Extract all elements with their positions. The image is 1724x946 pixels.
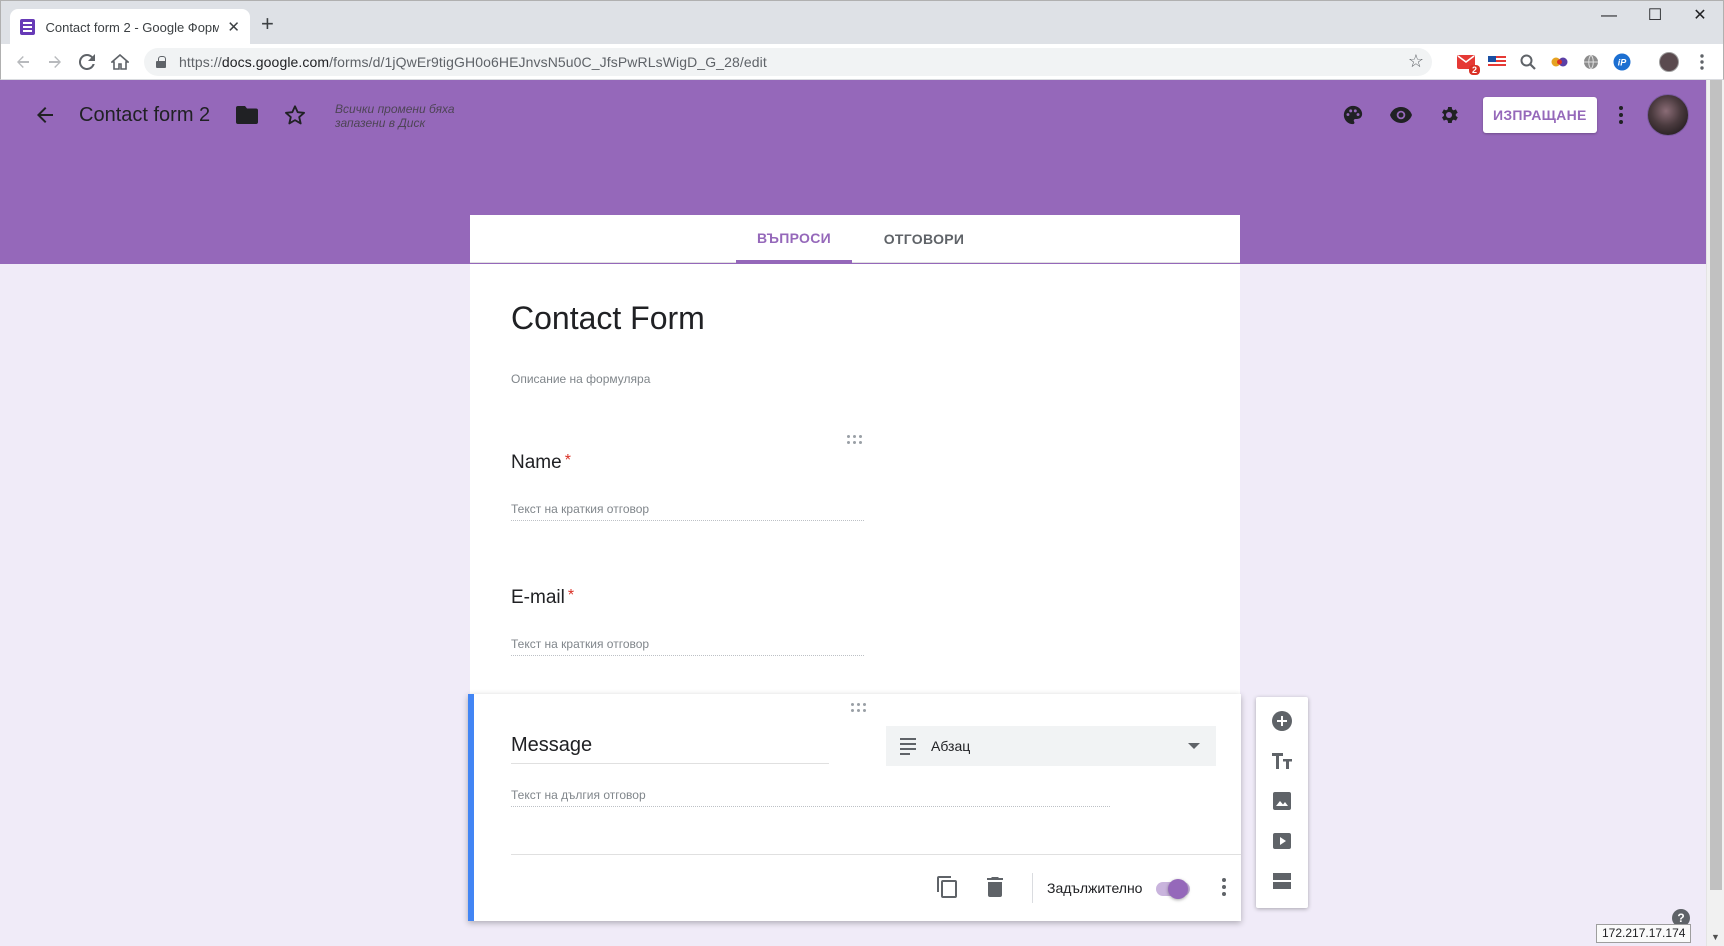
new-tab-button[interactable]: + xyxy=(261,13,274,35)
active-question-card[interactable]: Message Абзац Текст на дългия отговор За… xyxy=(468,694,1241,921)
question-more-icon[interactable] xyxy=(1212,875,1236,899)
add-video-icon[interactable] xyxy=(1270,829,1294,853)
page-scrollbar[interactable]: ▼ xyxy=(1706,80,1724,946)
home-icon[interactable] xyxy=(107,49,133,75)
add-question-icon[interactable] xyxy=(1270,709,1294,733)
required-asterisk: * xyxy=(567,587,575,604)
footer-separator xyxy=(1032,873,1033,903)
profile-avatar-small[interactable] xyxy=(1659,52,1679,72)
tab-title: Contact form 2 - Google Формул xyxy=(45,19,220,35)
back-icon[interactable] xyxy=(10,49,36,75)
address-bar[interactable]: https://docs.google.com/forms/d/1jQwEr9t… xyxy=(144,48,1432,76)
ip-extension-icon[interactable]: iP xyxy=(1612,52,1632,72)
scrollbar-thumb[interactable] xyxy=(1710,80,1722,890)
bookmark-star-icon[interactable]: ☆ xyxy=(1408,51,1424,72)
scroll-down-arrow-icon[interactable]: ▼ xyxy=(1711,932,1720,942)
color-extension-icon[interactable] xyxy=(1550,52,1570,72)
long-answer-hint: Текст на дългия отговор xyxy=(511,788,1110,807)
tab-responses[interactable]: ОТГОВОРИ xyxy=(866,215,982,263)
preview-eye-icon[interactable] xyxy=(1385,99,1417,131)
delete-trash-icon[interactable] xyxy=(983,875,1007,899)
duplicate-icon[interactable] xyxy=(935,875,959,899)
settings-gear-icon[interactable] xyxy=(1433,99,1465,131)
form-title[interactable]: Contact Form xyxy=(511,300,705,337)
more-vert-icon[interactable] xyxy=(1605,99,1637,131)
maximize-button[interactable]: ☐ xyxy=(1635,5,1675,27)
browser-menu-icon[interactable] xyxy=(1692,52,1712,72)
form-body: Contact Form Описание на формуляра Name *… xyxy=(470,264,1240,694)
gmail-badge: 2 xyxy=(1468,65,1480,75)
minimize-button[interactable]: — xyxy=(1589,5,1629,27)
question-type-dropdown[interactable]: Абзац xyxy=(886,726,1216,766)
short-answer-hint: Текст на краткия отговор xyxy=(511,502,864,521)
send-button[interactable]: ИЗПРАЩАНЕ xyxy=(1483,97,1597,133)
question-title-name[interactable]: Name * xyxy=(511,452,571,474)
question-title-input[interactable]: Message xyxy=(511,734,829,764)
add-title-icon[interactable] xyxy=(1270,749,1294,773)
palette-icon[interactable] xyxy=(1337,99,1369,131)
dropdown-arrow-icon xyxy=(1188,743,1200,749)
forward-icon[interactable] xyxy=(42,49,68,75)
short-answer-hint: Текст на краткия отговор xyxy=(511,637,864,656)
account-avatar[interactable] xyxy=(1647,94,1689,136)
forms-favicon-icon xyxy=(20,19,36,35)
tab-close-icon[interactable]: ✕ xyxy=(227,20,240,35)
ip-address-label: 172.217.17.174 xyxy=(1596,924,1692,943)
folder-icon[interactable] xyxy=(231,99,263,131)
back-arrow-icon[interactable] xyxy=(29,99,61,131)
tab-questions[interactable]: ВЪПРОСИ xyxy=(736,215,852,263)
doc-title[interactable]: Contact form 2 xyxy=(79,104,210,127)
browser-tab[interactable]: Contact form 2 - Google Формул ✕ xyxy=(10,9,250,45)
reload-icon[interactable] xyxy=(74,49,100,75)
lock-icon xyxy=(156,56,166,68)
browser-toolbar: https://docs.google.com/forms/d/1jQwEr9t… xyxy=(0,44,1724,80)
svg-text:iP: iP xyxy=(1618,58,1628,68)
save-status-text: Всички промени бяха запазени в Диск xyxy=(335,102,455,130)
browser-titlebar: Contact form 2 - Google Формул ✕ + — ☐ ✕ xyxy=(0,0,1724,45)
globe-extension-icon[interactable] xyxy=(1581,52,1601,72)
required-toggle-label: Задължително xyxy=(1047,880,1143,896)
form-description-field[interactable]: Описание на формуляра xyxy=(511,372,650,386)
add-image-icon[interactable] xyxy=(1270,789,1294,813)
question-side-toolbar xyxy=(1256,697,1308,908)
add-section-icon[interactable] xyxy=(1270,869,1294,893)
question-title-email[interactable]: E-mail * xyxy=(511,587,574,609)
required-toggle[interactable] xyxy=(1168,879,1188,899)
paragraph-icon xyxy=(900,737,916,755)
required-asterisk: * xyxy=(564,452,571,469)
close-window-button[interactable]: ✕ xyxy=(1680,5,1720,27)
flag-extension-icon[interactable] xyxy=(1487,52,1507,72)
drag-handle-icon[interactable] xyxy=(847,435,862,444)
search-extension-icon[interactable] xyxy=(1518,52,1538,72)
card-divider xyxy=(511,854,1241,855)
drag-handle-icon[interactable] xyxy=(851,703,866,712)
url-text: https://docs.google.com/forms/d/1jQwEr9t… xyxy=(179,54,767,70)
gmail-extension-icon[interactable]: 2 xyxy=(1456,52,1480,75)
star-icon[interactable] xyxy=(279,99,311,131)
question-type-label: Абзац xyxy=(931,738,971,754)
form-tabs: ВЪПРОСИ ОТГОВОРИ xyxy=(470,215,1240,263)
